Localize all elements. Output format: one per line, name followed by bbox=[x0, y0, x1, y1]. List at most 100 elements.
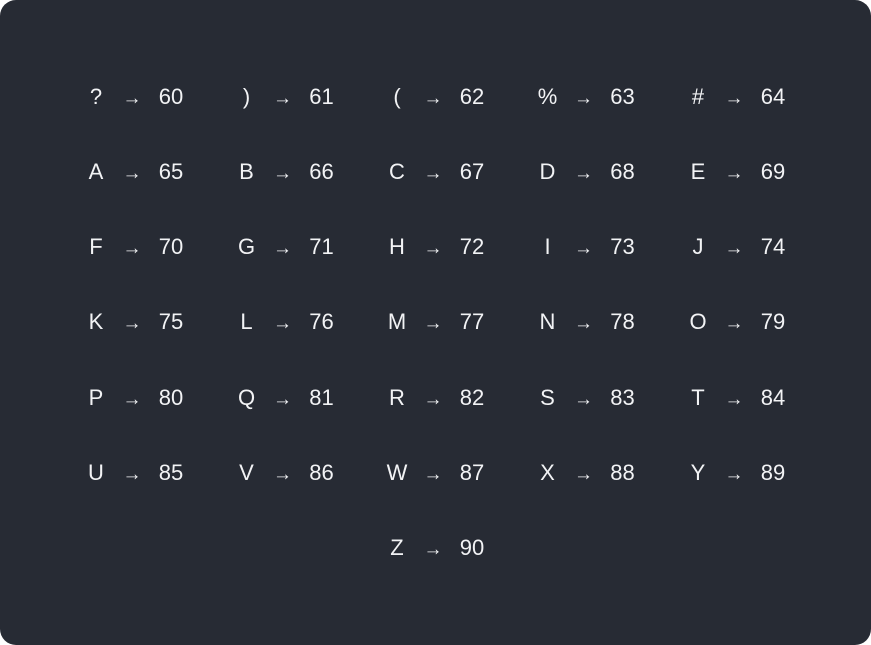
code-value: 70 bbox=[158, 234, 184, 260]
arrow-icon: → bbox=[273, 162, 292, 184]
mapping-item: R → 82 bbox=[347, 360, 498, 435]
arrow-icon: → bbox=[122, 87, 142, 109]
code-value: 79 bbox=[760, 309, 786, 335]
arrow-icon: → bbox=[273, 87, 292, 109]
mapping-item: E → 69 bbox=[648, 134, 799, 209]
code-value: 63 bbox=[610, 83, 635, 109]
code-value: 81 bbox=[309, 384, 334, 410]
mapping-item: N → 78 bbox=[498, 285, 649, 360]
code-value: 85 bbox=[158, 459, 184, 485]
character-label: W bbox=[386, 459, 408, 485]
character-label: E bbox=[690, 158, 706, 184]
arrow-icon: → bbox=[724, 238, 744, 260]
character-label: S bbox=[540, 384, 555, 410]
code-value: 60 bbox=[158, 83, 184, 109]
arrow-icon: → bbox=[574, 87, 593, 109]
arrow-icon: → bbox=[273, 388, 292, 410]
mapping-item: V → 86 bbox=[197, 435, 348, 510]
code-value: 88 bbox=[610, 459, 635, 485]
arrow-icon: → bbox=[423, 388, 443, 410]
mapping-item: G → 71 bbox=[197, 210, 348, 285]
code-value: 86 bbox=[309, 459, 334, 485]
character-label: H bbox=[389, 234, 405, 260]
code-value: 89 bbox=[760, 459, 786, 485]
mapping-item: % → 63 bbox=[498, 59, 649, 134]
mapping-item: ? → 60 bbox=[46, 59, 197, 134]
character-label: N bbox=[539, 309, 556, 335]
arrow-icon: → bbox=[122, 313, 142, 335]
code-value: 78 bbox=[610, 309, 635, 335]
mapping-item: ) → 61 bbox=[197, 59, 348, 134]
code-value: 67 bbox=[459, 158, 485, 184]
code-value: 76 bbox=[309, 309, 334, 335]
character-label: # bbox=[691, 83, 705, 109]
code-value: 83 bbox=[610, 384, 635, 410]
code-value: 73 bbox=[610, 234, 635, 260]
arrow-icon: → bbox=[724, 162, 744, 184]
character-label: V bbox=[239, 459, 254, 485]
character-label: ) bbox=[242, 83, 251, 109]
character-label: ? bbox=[89, 83, 103, 109]
character-label: L bbox=[240, 309, 253, 335]
mapping-item: # → 64 bbox=[648, 59, 799, 134]
character-label: K bbox=[88, 309, 104, 335]
arrow-icon: → bbox=[122, 463, 142, 485]
mapping-item: H → 72 bbox=[347, 210, 498, 285]
character-label: Z bbox=[390, 535, 404, 561]
character-label: X bbox=[540, 459, 555, 485]
arrow-icon: → bbox=[423, 463, 443, 485]
mapping-item: P → 80 bbox=[46, 360, 197, 435]
character-label: % bbox=[537, 83, 558, 109]
code-value: 62 bbox=[459, 83, 485, 109]
character-label: D bbox=[539, 158, 556, 184]
mapping-item: ( → 62 bbox=[347, 59, 498, 134]
code-value: 68 bbox=[610, 158, 635, 184]
code-value: 84 bbox=[760, 384, 786, 410]
mapping-item: I → 73 bbox=[498, 210, 649, 285]
mapping-item: Q → 81 bbox=[197, 360, 348, 435]
mapping-item: F → 70 bbox=[46, 210, 197, 285]
mapping-item: W → 87 bbox=[347, 435, 498, 510]
character-label: ( bbox=[393, 83, 401, 109]
arrow-icon: → bbox=[423, 87, 443, 109]
mapping-item: C → 67 bbox=[347, 134, 498, 209]
arrow-icon: → bbox=[122, 162, 142, 184]
code-value: 90 bbox=[459, 535, 485, 561]
mapping-item: Y → 89 bbox=[648, 435, 799, 510]
character-label: Q bbox=[237, 384, 256, 410]
arrow-icon: → bbox=[423, 238, 443, 260]
code-value: 71 bbox=[309, 234, 334, 260]
character-label: T bbox=[691, 384, 705, 410]
character-label: O bbox=[689, 309, 707, 335]
mapping-item: J → 74 bbox=[648, 210, 799, 285]
arrow-icon: → bbox=[273, 238, 292, 260]
mapping-item: O → 79 bbox=[648, 285, 799, 360]
mapping-item: M → 77 bbox=[347, 285, 498, 360]
code-value: 75 bbox=[158, 309, 184, 335]
code-value: 82 bbox=[459, 384, 485, 410]
arrow-icon: → bbox=[724, 463, 744, 485]
mapping-item: D → 68 bbox=[498, 134, 649, 209]
character-label: R bbox=[389, 384, 405, 410]
arrow-icon: → bbox=[273, 463, 292, 485]
character-label: F bbox=[89, 234, 103, 260]
code-value: 66 bbox=[309, 158, 334, 184]
arrow-icon: → bbox=[423, 162, 443, 184]
arrow-icon: → bbox=[574, 162, 593, 184]
arrow-icon: → bbox=[574, 388, 593, 410]
arrow-icon: → bbox=[724, 388, 744, 410]
mapping-item: Z → 90 bbox=[347, 511, 498, 586]
arrow-icon: → bbox=[122, 238, 142, 260]
mapping-item: A → 65 bbox=[46, 134, 197, 209]
mapping-item: L → 76 bbox=[197, 285, 348, 360]
code-value: 87 bbox=[459, 459, 485, 485]
arrow-icon: → bbox=[724, 313, 744, 335]
code-value: 69 bbox=[760, 158, 786, 184]
arrow-icon: → bbox=[423, 539, 443, 561]
mapping-item: U → 85 bbox=[46, 435, 197, 510]
character-label: G bbox=[237, 234, 256, 260]
character-label: A bbox=[88, 158, 104, 184]
mapping-panel: ? → 60) → 61 (→ 62% → 63 # → 64 A → 65 B → 66 C → 67 D → 68 E → 69… bbox=[0, 0, 871, 645]
code-value: 61 bbox=[309, 83, 334, 109]
code-value: 65 bbox=[158, 158, 184, 184]
